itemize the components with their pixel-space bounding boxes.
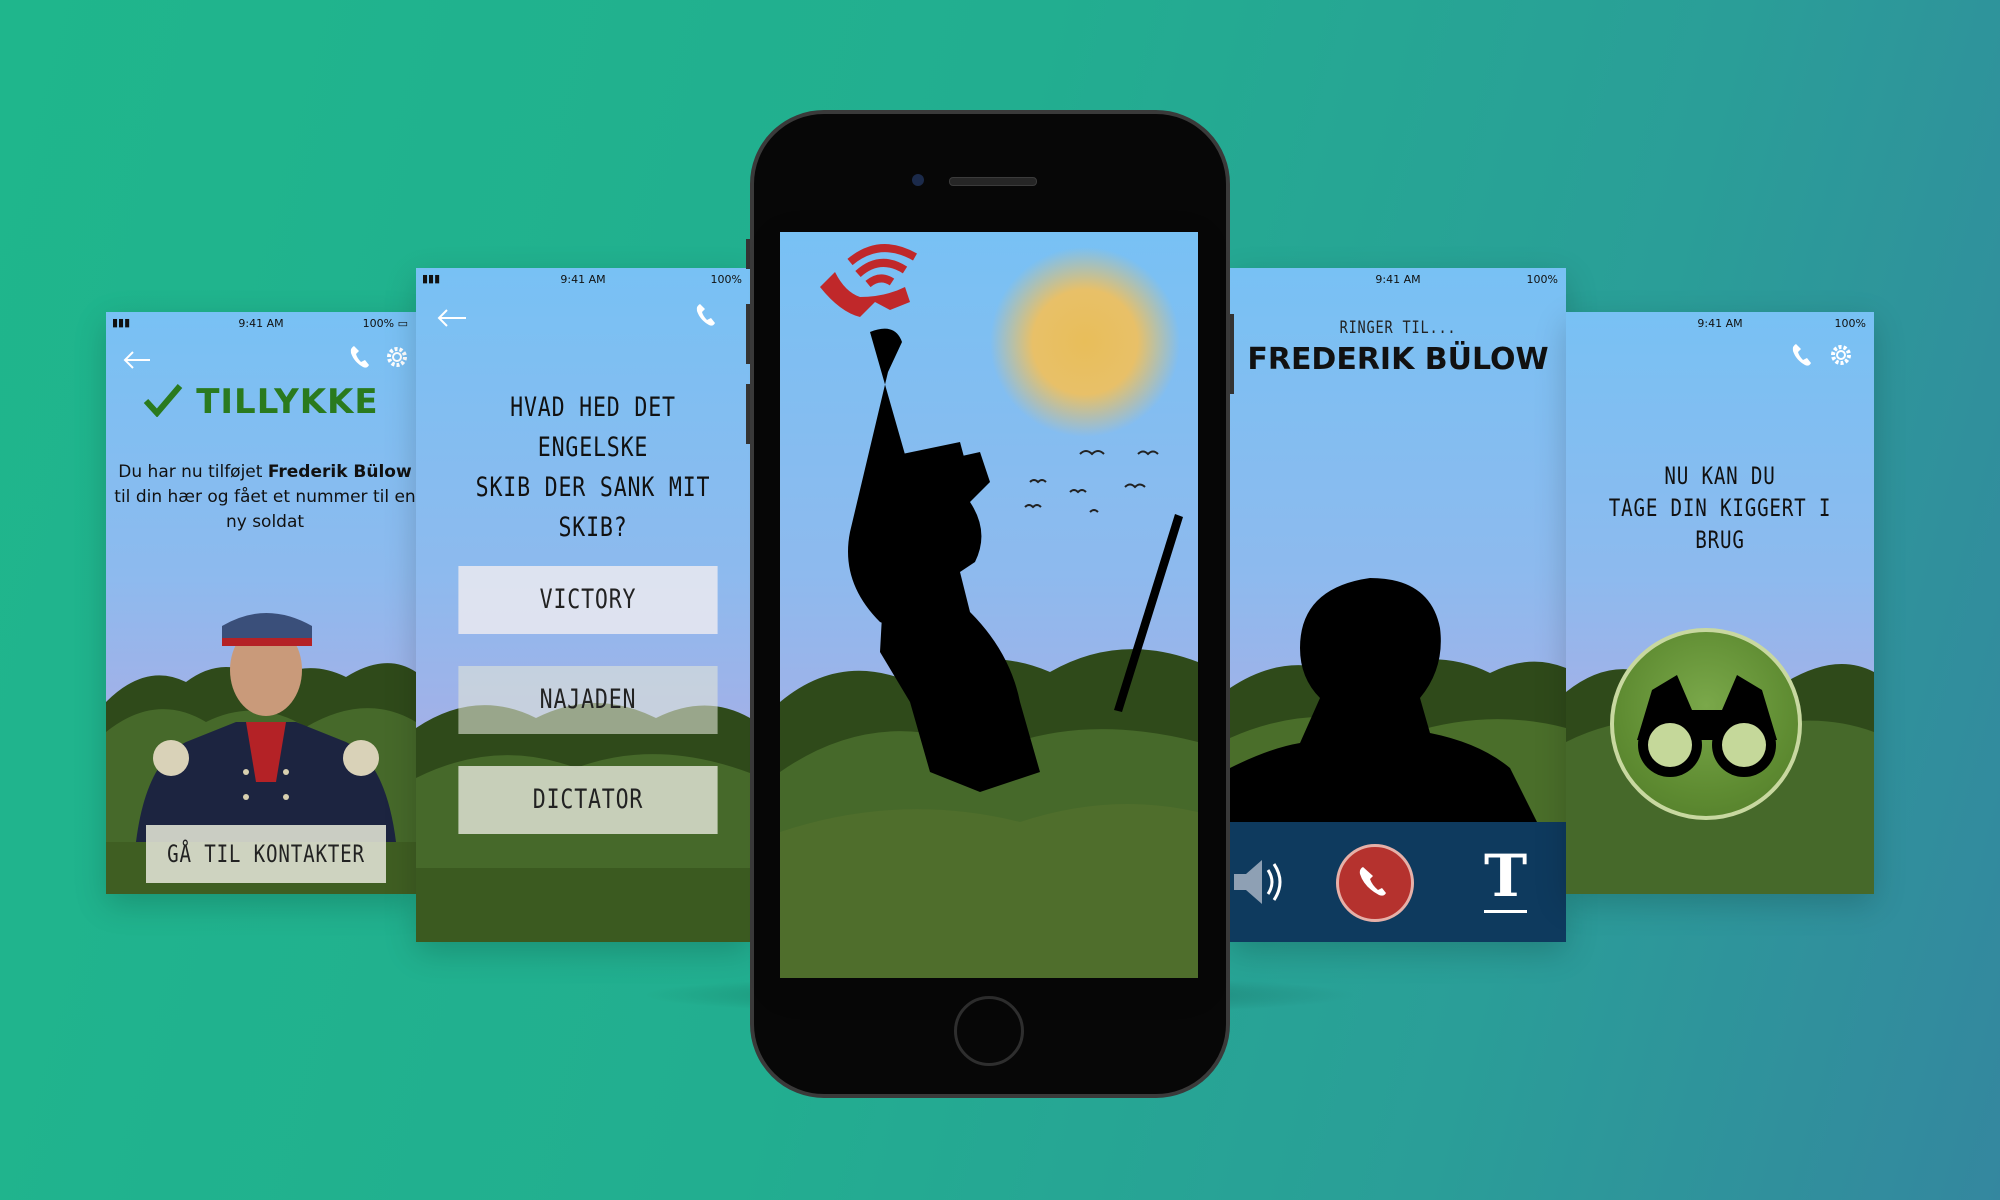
soldier-name: Frederik Bülow xyxy=(267,462,412,482)
binoculars-icon xyxy=(1637,675,1777,777)
screen-binoculars: 9:41 AM 100% NU KAN DU TAGE DIN KIGGERT … xyxy=(1566,312,1874,894)
home-button[interactable] xyxy=(954,996,1024,1066)
earpiece-speaker xyxy=(949,177,1037,186)
binoculars-message: NU KAN DU TAGE DIN KIGGERT I BRUG xyxy=(1597,460,1843,556)
phone-icon[interactable] xyxy=(694,302,718,328)
message-line-2: TAGE DIN KIGGERT I xyxy=(1608,494,1832,522)
answer-option-victory[interactable]: VICTORY xyxy=(458,566,718,634)
soldier-photo xyxy=(136,613,396,842)
battery-status: 100% ▭ xyxy=(362,317,408,330)
screen-calling: 9:41 AM 100% RINGER TIL... FREDERIK BÜLO… xyxy=(1230,268,1566,942)
back-arrow-icon[interactable] xyxy=(436,308,468,328)
status-bar: 9:41 AM 100% xyxy=(1566,312,1874,334)
status-time: 9:41 AM xyxy=(1697,317,1743,330)
battery-percent: 100% xyxy=(1526,273,1558,286)
status-time: 9:41 AM xyxy=(560,273,606,286)
battery-percent: 100% xyxy=(1834,317,1866,330)
end-call-button[interactable] xyxy=(1336,844,1414,922)
message-prefix: Du har nu tilføjet xyxy=(118,462,268,482)
message-suffix: til din hær og fået et nummer til en ny … xyxy=(114,487,416,532)
message-line-3: BRUG xyxy=(1695,526,1745,554)
checkmark-icon xyxy=(144,384,183,418)
volume-down-button xyxy=(746,384,750,444)
confirmation-message: Du har nu tilføjet Frederik Bülow til di… xyxy=(114,460,416,535)
status-bar: ▮▮▮ 9:41 AM 100% ▭ xyxy=(106,312,416,334)
call-controls-bar: T xyxy=(1230,822,1566,942)
power-button xyxy=(1230,314,1234,394)
battery-percent: 100% xyxy=(710,273,742,286)
back-arrow-icon[interactable] xyxy=(122,350,152,370)
calling-subtitle: RINGER TIL... xyxy=(1339,318,1457,338)
question-line-1: HVAD HED DET ENGELSKE xyxy=(510,392,676,463)
answer-option-najaden[interactable]: NAJADEN xyxy=(458,666,718,734)
title-text: TILLYKKE xyxy=(196,382,379,422)
screen-congratulations: ▮▮▮ 9:41 AM 100% ▭ TILLYKKE Du har nu ti… xyxy=(106,312,416,894)
message-line-1: NU KAN DU xyxy=(1664,462,1776,490)
gear-icon[interactable] xyxy=(384,344,410,370)
phone-icon xyxy=(1359,867,1386,896)
phone-icon[interactable] xyxy=(1790,342,1814,368)
quiz-question: HVAD HED DET ENGELSKE SKIB DER SANK MIT … xyxy=(467,388,718,548)
birds xyxy=(1024,450,1159,513)
answer-option-dictator[interactable]: DICTATOR xyxy=(458,766,718,834)
volume-up-button xyxy=(746,304,750,364)
screen-quiz: ▮▮▮ 9:41 AM 100% HVAD HED DET ENGELSKE S… xyxy=(416,268,750,942)
speaker-icon[interactable] xyxy=(1234,852,1290,912)
question-line-2: SKIB DER SANK MIT SKIB? xyxy=(475,472,711,543)
text-transcript-icon[interactable]: T xyxy=(1484,842,1528,913)
caller-name: FREDERIK BÜLOW xyxy=(1247,342,1549,377)
status-bar: 9:41 AM 100% xyxy=(1230,268,1566,290)
screen-soldier-calling-scene xyxy=(780,232,1198,978)
scene-illustration xyxy=(780,244,1198,978)
status-bar: ▮▮▮ 9:41 AM 100% xyxy=(416,268,750,290)
mute-switch xyxy=(746,239,750,269)
battery-percent: 100% xyxy=(362,317,395,330)
soldier-silhouette xyxy=(1230,578,1540,828)
phone-signal-icon xyxy=(820,244,917,317)
phone-icon[interactable] xyxy=(348,344,372,370)
sun xyxy=(990,247,1180,437)
success-title: TILLYKKE xyxy=(106,382,416,422)
gear-icon[interactable] xyxy=(1828,342,1854,368)
binoculars-button[interactable] xyxy=(1610,628,1802,820)
front-camera xyxy=(912,174,924,186)
status-time: 9:41 AM xyxy=(1375,273,1421,286)
go-to-contacts-button[interactable]: GÅ TIL KONTAKTER xyxy=(146,825,386,883)
